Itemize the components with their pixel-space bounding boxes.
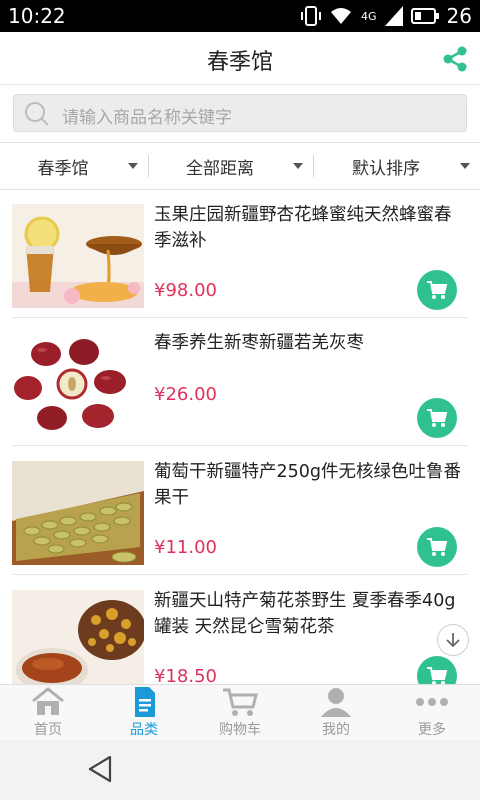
caret-down-icon [293,163,303,169]
product-name[interactable]: 新疆天山特产菊花茶野生 夏季春季40g罐装 天然昆仑雪菊花茶 [154,588,462,640]
back-icon[interactable] [86,754,114,784]
add-to-cart-button[interactable] [417,398,457,438]
status-bar: 10:22 4G 26 [0,0,480,32]
filter-bar: 春季馆 全部距离 默认排序 [0,142,480,190]
cart-icon [427,538,448,556]
caret-down-icon [460,163,470,169]
arrow-down-icon [446,633,460,648]
tab-more[interactable]: 更多 [384,685,480,741]
signal-icon [384,6,403,26]
filter-sort-label: 默认排序 [352,158,420,179]
status-time: 10:22 [8,4,66,28]
product-price: ¥98.00 [154,280,217,301]
filter-category[interactable]: 春季馆 [0,143,148,189]
vibrate-icon [301,6,322,26]
more-icon [416,698,448,706]
product-list: 玉果庄园新疆野杏花蜂蜜纯天然蜂蜜春季滋补 ¥98.00 春季养生新枣新疆若羌灰枣… [0,190,480,684]
filter-distance[interactable]: 全部距离 [149,143,313,189]
share-icon[interactable] [440,44,470,74]
green-raisins-photo [12,461,144,565]
product-item[interactable]: 春季养生新枣新疆若羌灰枣 ¥26.00 [0,318,480,446]
battery-icon [410,8,439,24]
search-input[interactable]: 请输入商品名称关键字 [13,94,467,132]
filter-category-label: 春季馆 [37,158,89,179]
home-icon [32,687,64,715]
caret-down-icon [128,163,138,169]
add-to-cart-button[interactable] [417,527,457,567]
page-title: 春季馆 [206,50,273,75]
tab-more-label: 更多 [418,722,446,738]
product-item[interactable]: 玉果庄园新疆野杏花蜂蜜纯天然蜂蜜春季滋补 ¥98.00 [0,190,480,318]
tab-cart-label: 购物车 [219,722,261,738]
scroll-down-button[interactable] [437,624,469,656]
product-price: ¥18.50 [154,666,217,684]
honey-jar-photo [12,204,144,308]
list-divider [12,574,468,575]
cart-icon [427,667,448,684]
cart-icon [427,281,448,299]
profile-icon [321,688,351,717]
system-nav-bar [0,740,480,800]
list-divider [12,445,468,446]
bottom-tab-bar: 首页 品类 购物车 我的 更多 [0,684,480,740]
chrysanthemum-tea-photo [12,590,144,684]
tab-cart[interactable]: 购物车 [192,685,288,741]
cart-icon [427,409,448,427]
search-area: 请输入商品名称关键字 [0,85,480,141]
tab-category-label: 品类 [130,722,158,738]
add-to-cart-button[interactable] [417,270,457,310]
product-name[interactable]: 春季养生新枣新疆若羌灰枣 [154,330,462,356]
red-dates-photo [12,332,144,436]
product-item[interactable]: 葡萄干新疆特产250g件无核绿色吐鲁番果干 ¥11.00 [0,447,480,575]
tab-home-label: 首页 [34,722,62,738]
product-name[interactable]: 玉果庄园新疆野杏花蜂蜜纯天然蜂蜜春季滋补 [154,202,462,254]
status-icons: 4G 26 [301,4,472,28]
search-icon [25,102,49,126]
battery-level: 26 [446,4,472,28]
search-placeholder: 请输入商品名称关键字 [62,108,232,128]
tab-profile-label: 我的 [322,722,350,738]
filter-sort[interactable]: 默认排序 [314,143,480,189]
cart-icon [223,688,258,716]
tab-category[interactable]: 品类 [96,685,192,741]
product-price: ¥26.00 [154,384,217,405]
product-item[interactable]: 新疆天山特产菊花茶野生 夏季春季40g罐装 天然昆仑雪菊花茶 ¥18.50 [0,576,480,684]
app-header: 春季馆 [0,32,480,85]
network-type: 4G [361,9,377,23]
category-icon [135,687,155,717]
tab-profile[interactable]: 我的 [288,685,384,741]
add-to-cart-button[interactable] [417,656,457,684]
product-price: ¥11.00 [154,537,217,558]
product-name[interactable]: 葡萄干新疆特产250g件无核绿色吐鲁番果干 [154,459,462,511]
tab-home[interactable]: 首页 [0,685,96,741]
filter-distance-label: 全部距离 [186,158,254,179]
wifi-icon [331,8,352,24]
